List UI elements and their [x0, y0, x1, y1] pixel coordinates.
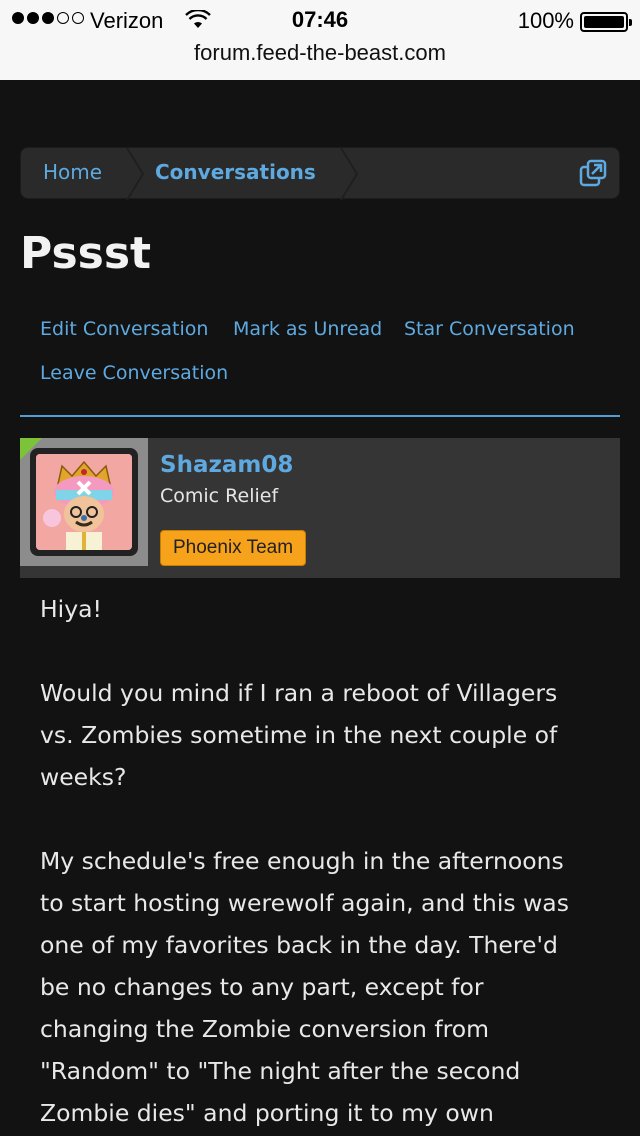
- message-paragraph: Would you mind if I ran a reboot of Vill…: [40, 679, 558, 791]
- chopper-avatar-icon: [36, 454, 132, 550]
- breadcrumb-home-link[interactable]: Home: [43, 160, 102, 184]
- battery-icon: [580, 12, 632, 32]
- online-indicator-icon: [20, 438, 42, 460]
- leave-conversation-link[interactable]: Leave Conversation: [40, 362, 228, 384]
- message-paragraph: My schedule's free enough in the afterno…: [40, 847, 569, 1127]
- avatar[interactable]: [30, 448, 138, 556]
- address-bar-url[interactable]: forum.feed-the-beast.com: [0, 40, 640, 66]
- mark-unread-link[interactable]: Mark as Unread: [233, 318, 382, 340]
- jump-to-page-icon[interactable]: [579, 159, 607, 187]
- page-title: Pssst: [20, 228, 152, 279]
- author-username[interactable]: Shazam08: [160, 452, 293, 478]
- user-group-badge: Phoenix Team: [160, 530, 307, 566]
- breadcrumb-separator-icon: [340, 148, 359, 200]
- avatar-container: [20, 438, 148, 566]
- edit-conversation-link[interactable]: Edit Conversation: [40, 318, 208, 340]
- author-user-title: Comic Relief: [160, 485, 279, 507]
- browser-status-bar: Verizon 07:46 100% forum.feed-the-beast.…: [0, 0, 640, 80]
- message-paragraph: Hiya!: [40, 595, 102, 623]
- breadcrumb-separator-icon: [126, 148, 145, 200]
- battery-percent: 100%: [517, 8, 574, 33]
- star-conversation-link[interactable]: Star Conversation: [404, 318, 575, 340]
- breadcrumb: Home Conversations: [20, 147, 620, 200]
- status-row: Verizon 07:46 100%: [0, 4, 640, 38]
- section-divider: [20, 415, 620, 417]
- message-body: Hiya! Would you mind if I ran a reboot o…: [40, 588, 620, 1136]
- avatar-image: [36, 454, 132, 550]
- breadcrumb-conversations-link[interactable]: Conversations: [155, 160, 316, 184]
- message-author-header: Shazam08 Comic Relief Phoenix Team: [20, 438, 620, 578]
